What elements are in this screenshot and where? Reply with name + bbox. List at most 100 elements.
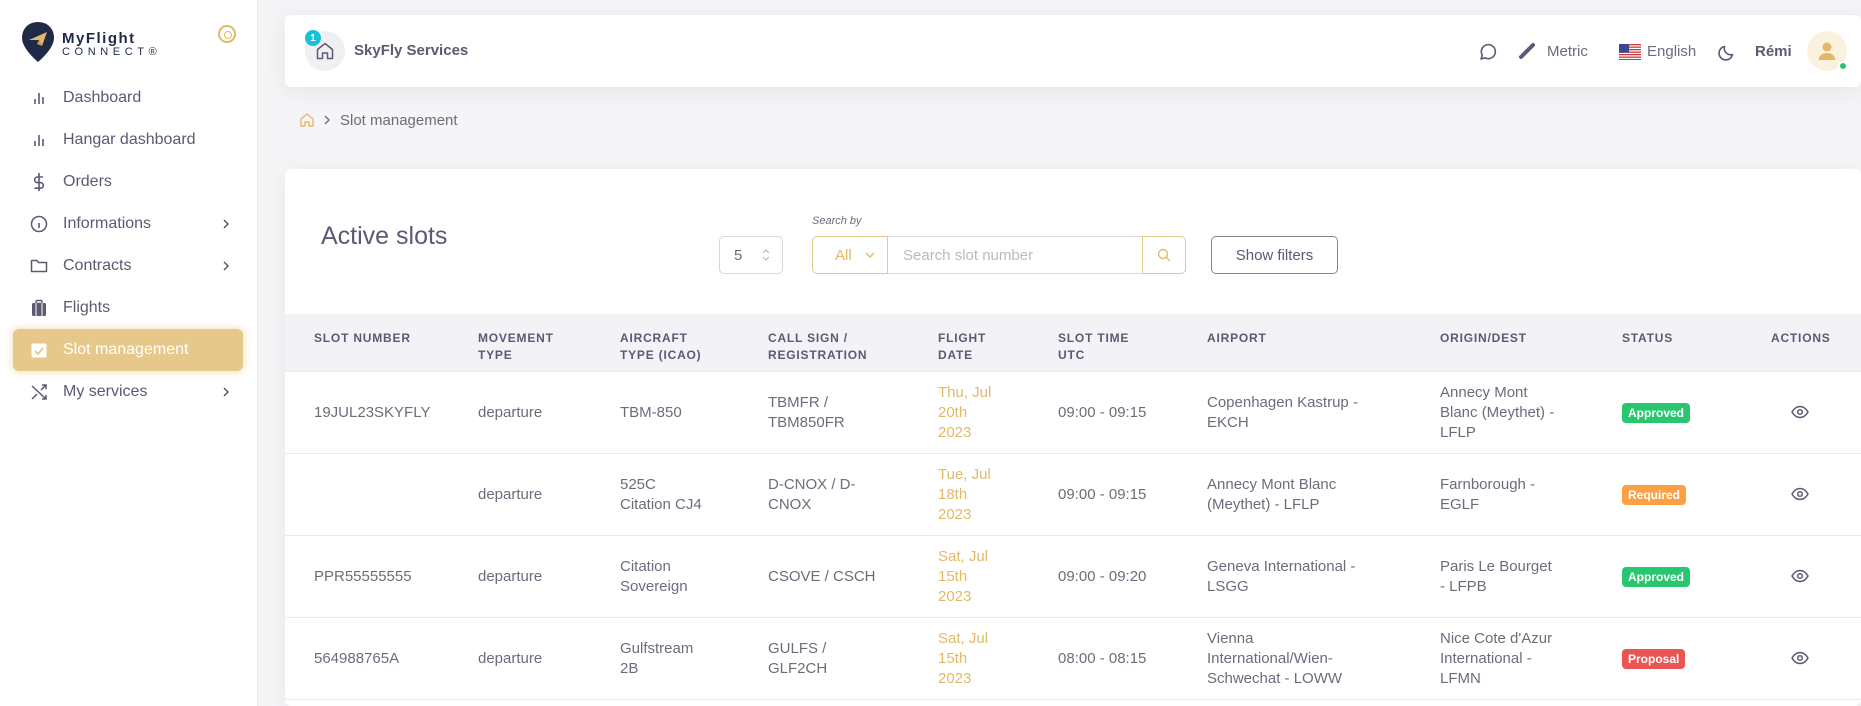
status-badge: Proposal — [1622, 649, 1686, 669]
search-group: All — [812, 236, 1186, 274]
cell-status: Approved — [1622, 536, 1691, 618]
cell-aircraft-type: Citation Sovereign — [620, 558, 688, 595]
avatar[interactable] — [1807, 31, 1848, 71]
eye-icon[interactable] — [1791, 487, 1809, 501]
suitcase-icon — [29, 298, 49, 318]
sidebar-item-my-services[interactable]: My services — [13, 371, 243, 413]
company-name: SkyFly Services — [354, 42, 469, 59]
chat-icon[interactable] — [1478, 42, 1498, 62]
column-header-airport[interactable]: AIRPORT — [1207, 330, 1267, 347]
sidebar-item-orders[interactable]: Orders — [13, 161, 243, 203]
sidebar-item-label: Hangar dashboard — [63, 131, 196, 148]
sidebar-item-informations[interactable]: Informations — [13, 203, 243, 245]
chevron-down-icon — [865, 252, 875, 258]
eye-icon[interactable] — [1791, 405, 1809, 419]
sidebar-collapse-toggle[interactable] — [218, 25, 236, 43]
cell-movement-type: departure — [478, 650, 543, 667]
search-input[interactable] — [888, 236, 1142, 274]
eye-icon[interactable] — [1791, 651, 1809, 665]
folder-icon — [29, 256, 49, 276]
search-icon — [1157, 248, 1171, 262]
cell-origin-dest: Annecy Mont Blanc (Meythet) - LFLP — [1440, 384, 1555, 441]
units-toggle[interactable]: Metric — [1547, 43, 1588, 60]
sidebar-item-label: Informations — [63, 215, 152, 232]
sidebar-item-contracts[interactable]: Contracts — [13, 245, 243, 287]
chevron-right-icon — [223, 219, 230, 229]
column-header-slot-number[interactable]: SLOT NUMBER — [314, 330, 411, 347]
bar-chart-icon — [29, 88, 49, 108]
cell-call-sign: TBMFR / TBM850FR — [768, 394, 845, 431]
cell-origin-dest: Paris Le Bourget - LFPB — [1440, 558, 1552, 595]
table-row[interactable]: 564988765A departure Gulfstream 2B GULFS … — [285, 618, 1861, 700]
sidebar-item-label: Dashboard — [63, 89, 142, 106]
search-scope-value: All — [835, 246, 852, 264]
sidebar-item-dashboard[interactable]: Dashboard — [13, 77, 243, 119]
cell-slot-number: 19JUL23SKYFLY — [314, 404, 431, 421]
app-logo[interactable]: MyFlight CONNECT® — [20, 18, 220, 66]
info-icon — [29, 214, 49, 234]
card-title: Active slots — [321, 222, 448, 250]
sidebar-item-hangar-dashboard[interactable]: Hangar dashboard — [13, 119, 243, 161]
moon-icon[interactable] — [1717, 42, 1737, 62]
table-header: SLOT NUMBER MOVEMENT TYPE AIRCRAFT TYPE (I… — [285, 314, 1861, 372]
sidebar-item-label: Flights — [63, 299, 111, 316]
table-row[interactable]: PPR55555555 departure Citation Sovereign … — [285, 536, 1861, 618]
status-badge: Approved — [1622, 567, 1691, 587]
top-navbar: 1 SkyFly Services Metric English Rémi — [285, 15, 1861, 87]
cell-slot-time: 09:00 - 09:15 — [1058, 404, 1147, 421]
notification-badge: 1 — [305, 30, 321, 46]
eye-icon[interactable] — [1791, 569, 1809, 583]
chevron-right-icon — [223, 387, 230, 397]
column-header-call-sign[interactable]: CALL SIGN / REGISTRATION — [768, 330, 867, 364]
sidebar: MyFlight CONNECT® Dashboard Hangar dashb… — [0, 0, 258, 706]
cell-slot-number: 564988765A — [314, 650, 400, 667]
cell-call-sign: CSOVE / CSCH — [768, 568, 876, 585]
breadcrumb: Slot management — [299, 110, 458, 130]
chevron-right-icon — [223, 261, 230, 271]
status-badge: Approved — [1622, 403, 1691, 423]
cell-aircraft-type: 525C Citation CJ4 — [620, 476, 702, 513]
search-scope-select[interactable]: All — [812, 236, 888, 274]
search-by-label: Search by — [812, 215, 862, 227]
sidebar-nav: Dashboard Hangar dashboard Orders Inform… — [13, 77, 243, 413]
cell-movement-type: departure — [478, 568, 543, 585]
per-page-select[interactable]: 5 — [719, 236, 783, 274]
us-flag-icon[interactable] — [1619, 44, 1641, 60]
sidebar-item-flights[interactable]: Flights — [13, 287, 243, 329]
per-page-value: 5 — [734, 246, 743, 264]
sidebar-item-slot-management[interactable]: Slot management — [13, 329, 243, 371]
show-filters-button[interactable]: Show filters — [1211, 236, 1338, 274]
cell-flight-date: Tue, Jul 18th 2023 — [938, 466, 991, 523]
table-row[interactable]: 19JUL23SKYFLY departure TBM-850 TBMFR / T… — [285, 372, 1861, 454]
cell-origin-dest: Farnborough - EGLF — [1440, 476, 1536, 513]
column-header-movement-type[interactable]: MOVEMENT TYPE — [478, 330, 554, 364]
cell-slot-time: 08:00 - 08:15 — [1058, 650, 1147, 667]
language-selector[interactable]: English — [1647, 43, 1696, 60]
cell-aircraft-type: Gulfstream 2B — [620, 640, 694, 677]
user-icon — [1818, 42, 1836, 60]
shuffle-icon — [29, 382, 49, 402]
search-button[interactable] — [1142, 236, 1186, 274]
cell-airport: Copenhagen Kastrup - EKCH — [1207, 394, 1358, 431]
cell-slot-number: PPR55555555 — [314, 568, 412, 585]
logo-title: MyFlight — [62, 30, 136, 47]
updown-icon — [762, 249, 770, 261]
chevron-right-icon — [323, 112, 331, 128]
user-name[interactable]: Rémi — [1755, 43, 1792, 60]
table-row[interactable]: departure 525C Citation CJ4 D-CNOX / D- CN… — [285, 454, 1861, 536]
sidebar-item-label: My services — [63, 383, 148, 400]
cell-flight-date: Sat, Jul 15th 2023 — [938, 548, 989, 605]
column-header-flight-date[interactable]: FLIGHT DATE — [938, 330, 986, 364]
column-header-origin-dest[interactable]: ORIGIN/DEST — [1440, 330, 1527, 347]
cell-slot-time: 09:00 - 09:15 — [1058, 486, 1147, 503]
column-header-status[interactable]: STATUS — [1622, 330, 1673, 347]
cell-call-sign: GULFS / GLF2CH — [768, 640, 828, 677]
cell-movement-type: departure — [478, 404, 543, 421]
cell-status: Proposal — [1622, 618, 1686, 700]
ruler-icon[interactable] — [1518, 42, 1536, 60]
column-header-aircraft-type[interactable]: AIRCRAFT TYPE (ICAO) — [620, 330, 701, 364]
column-header-slot-time[interactable]: SLOT TIME UTC — [1058, 330, 1129, 364]
home-icon[interactable] — [299, 112, 315, 128]
column-header-actions: ACTIONS — [1771, 331, 1831, 345]
calendar-check-icon — [29, 340, 49, 360]
